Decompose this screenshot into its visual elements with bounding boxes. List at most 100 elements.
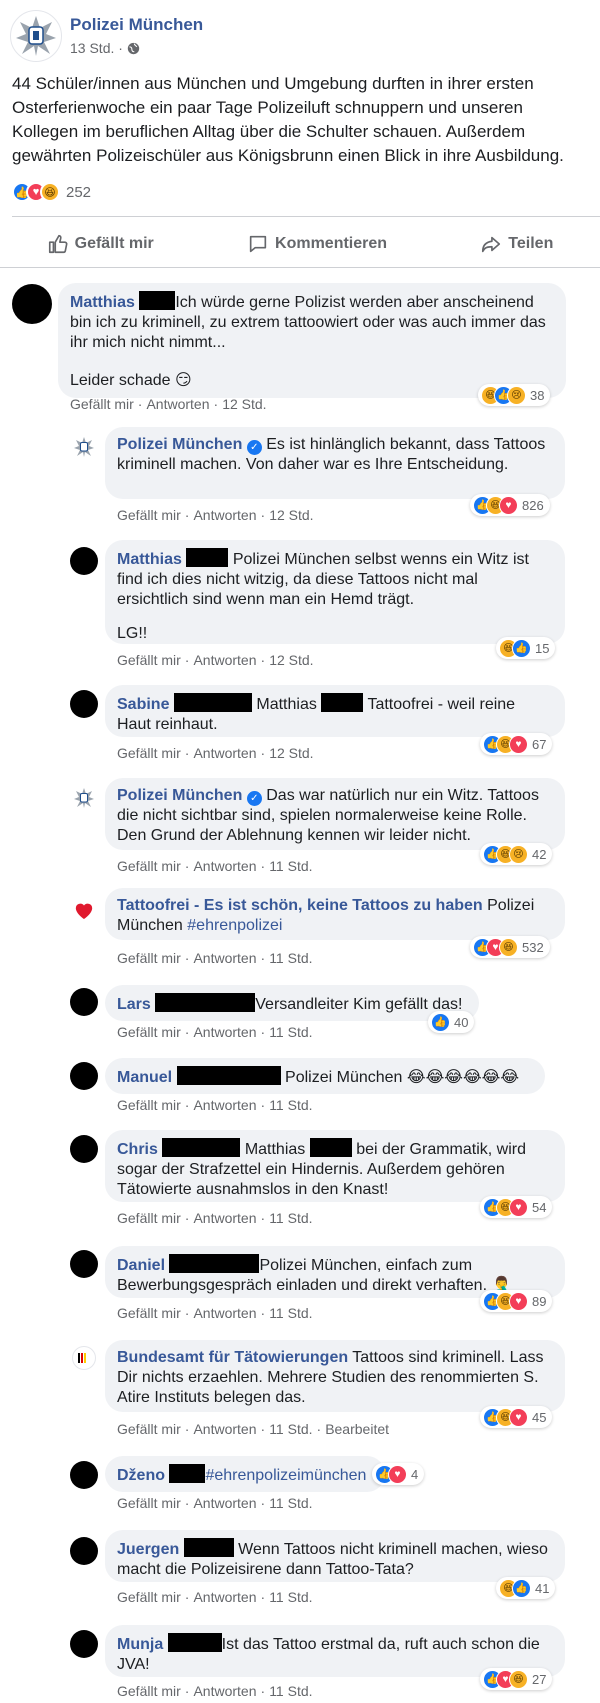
comment-author[interactable]: Dženo [117, 1467, 165, 1484]
avatar[interactable] [73, 787, 95, 809]
hashtag-link[interactable]: #ehrenpolizei [187, 917, 282, 934]
reply-link[interactable]: Antworten [193, 1589, 256, 1605]
avatar[interactable] [70, 547, 98, 575]
comment-reactions[interactable]: 👍 😆 ♥ 67 [480, 733, 553, 755]
comment-author[interactable]: Matthias [70, 294, 135, 311]
comment-time[interactable]: 11 Std. [269, 1589, 312, 1605]
comment-like-link[interactable]: Gefällt mir [117, 1495, 181, 1511]
reply-link[interactable]: Antworten [193, 1097, 256, 1113]
comment-author[interactable]: Matthias [117, 551, 182, 568]
avatar[interactable] [70, 1461, 98, 1489]
comment-time[interactable]: 12 Std. [269, 507, 313, 523]
comment-actions: Gefällt mir · Antworten · 11 Std. [117, 1495, 313, 1511]
comment-reactions[interactable]: 👍 ♥ 😆 532 [470, 936, 550, 958]
avatar[interactable] [70, 1537, 98, 1565]
avatar[interactable] [73, 436, 95, 458]
comment-time[interactable]: 12 Std. [269, 745, 313, 761]
comment-reactions[interactable]: 👍 ♥ 4 [372, 1463, 425, 1485]
reply-link[interactable]: Antworten [193, 745, 256, 761]
comment-time[interactable]: 11 Std. [269, 1683, 312, 1699]
comment-author[interactable]: Juergen [117, 1541, 179, 1558]
comment-time[interactable]: 12 Std. [222, 396, 266, 412]
comment-like-link[interactable]: Gefällt mir [117, 1210, 181, 1226]
comment-author[interactable]: Manuel [117, 1069, 172, 1086]
reply-link[interactable]: Antworten [193, 950, 256, 966]
reply-link[interactable]: Antworten [193, 1305, 256, 1321]
comment-reactions[interactable]: 😆 👍 😢 38 [478, 384, 551, 406]
comment-author[interactable]: Daniel [117, 1257, 165, 1274]
comment-author[interactable]: Lars [117, 996, 151, 1013]
reply-link[interactable]: Antworten [146, 396, 209, 412]
avatar[interactable] [70, 1630, 98, 1658]
reply-link[interactable]: Antworten [193, 1495, 256, 1511]
avatar[interactable] [70, 1135, 98, 1163]
comment-like-link[interactable]: Gefällt mir [117, 1421, 181, 1437]
comment-time[interactable]: 12 Std. [269, 652, 313, 668]
avatar[interactable] [72, 1346, 96, 1370]
comment-like-link[interactable]: Gefällt mir [117, 652, 181, 668]
comment-time[interactable]: 11 Std. [269, 1097, 312, 1113]
comment-like-link[interactable]: Gefällt mir [70, 396, 134, 412]
comment-time[interactable]: 11 Std. [269, 858, 312, 874]
comment-reactions[interactable]: 👍 😆 ♥ 89 [480, 1290, 553, 1312]
reply-link[interactable]: Antworten [193, 507, 256, 523]
comment-author[interactable]: Bundesamt für Tätowierungen [117, 1349, 348, 1366]
avatar[interactable] [72, 898, 96, 922]
post-text: 44 Schüler/innen aus München und Umgebun… [12, 74, 564, 165]
comment-like-link[interactable]: Gefällt mir [117, 858, 181, 874]
comment-time[interactable]: 11 Std. [269, 950, 312, 966]
comment-like-link[interactable]: Gefällt mir [117, 950, 181, 966]
comment-like-link[interactable]: Gefällt mir [117, 745, 181, 761]
comment-like-link[interactable]: Gefällt mir [117, 1589, 181, 1605]
reply-link[interactable]: Antworten [193, 652, 256, 668]
post-actions: Gefällt mir Kommentieren Teilen [0, 224, 600, 264]
avatar[interactable] [70, 1250, 98, 1278]
comment-time[interactable]: 11 Std. [269, 1421, 312, 1437]
avatar[interactable] [12, 284, 52, 324]
reply-link[interactable]: Antworten [193, 1210, 256, 1226]
redaction [167, 1633, 222, 1652]
reply-link[interactable]: Antworten [193, 1024, 256, 1040]
comment-like-link[interactable]: Gefällt mir [117, 1024, 181, 1040]
comment-author[interactable]: Chris [117, 1141, 158, 1158]
page-avatar[interactable] [10, 10, 62, 62]
comment-like-link[interactable]: Gefällt mir [117, 1683, 181, 1699]
comment-author[interactable]: Polizei München [117, 787, 242, 804]
mention-link[interactable]: Matthias [256, 696, 316, 713]
comment-button[interactable]: Kommentieren [247, 233, 387, 255]
reply-link[interactable]: Antworten [193, 1421, 256, 1437]
mention-link[interactable]: Matthias [245, 1141, 305, 1158]
comment-like-link[interactable]: Gefällt mir [117, 507, 181, 523]
comment-time[interactable]: 11 Std. [269, 1495, 312, 1511]
post-time[interactable]: 13 Std. [70, 40, 114, 56]
comment-reactions[interactable]: 👍 40 [428, 1011, 475, 1033]
share-button[interactable]: Teilen [480, 233, 553, 255]
comment-like-link[interactable]: Gefällt mir [117, 1305, 181, 1321]
post-reactions[interactable]: 👍 ♥ 😆 252 [12, 181, 91, 203]
comment-reactions[interactable]: 😆 👍 41 [496, 1577, 556, 1599]
comment-author[interactable]: Sabine [117, 696, 169, 713]
comment-reactions[interactable]: 👍 ♥ 😆 27 [480, 1668, 553, 1690]
page-name[interactable]: Polizei München [70, 15, 203, 35]
comment-author[interactable]: Tattoofrei - Es ist schön, keine Tattoos… [117, 897, 483, 914]
edited-label[interactable]: Bearbeitet [325, 1421, 389, 1437]
comment-time[interactable]: 11 Std. [269, 1210, 312, 1226]
comment-reactions[interactable]: 👍 😆 ♥ 826 [470, 494, 550, 516]
comment-author[interactable]: Polizei München [117, 436, 242, 453]
comment-reactions[interactable]: 😆 👍 15 [496, 637, 556, 659]
comment-time[interactable]: 11 Std. [269, 1305, 312, 1321]
divider [0, 267, 600, 268]
reply-link[interactable]: Antworten [193, 858, 256, 874]
comment-like-link[interactable]: Gefällt mir [117, 1097, 181, 1113]
comment-author[interactable]: Munja [117, 1636, 163, 1653]
reply-link[interactable]: Antworten [193, 1683, 256, 1699]
like-button[interactable]: Gefällt mir [47, 233, 154, 255]
comment-reactions[interactable]: 👍 😆 😢 42 [480, 843, 553, 865]
avatar[interactable] [70, 1062, 98, 1090]
hashtag-link[interactable]: #ehrenpolizeimünchen [205, 1467, 366, 1484]
comment-time[interactable]: 11 Std. [269, 1024, 312, 1040]
avatar[interactable] [70, 690, 98, 718]
avatar[interactable] [70, 988, 98, 1016]
comment-reactions[interactable]: 👍 😆 ♥ 45 [480, 1406, 553, 1428]
comment-reactions[interactable]: 👍 😆 ♥ 54 [480, 1196, 553, 1218]
